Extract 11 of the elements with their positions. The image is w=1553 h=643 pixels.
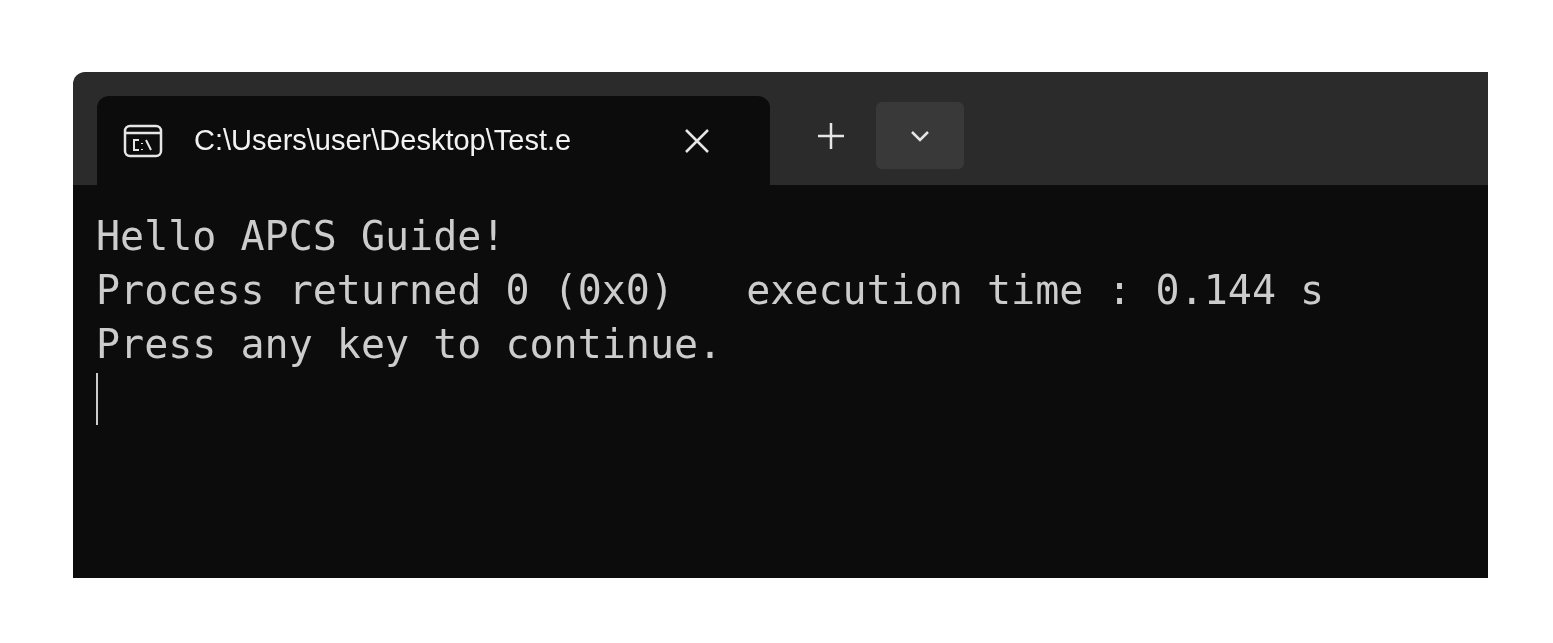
tab[interactable]: C:\Users\user\Desktop\Test.e [97,96,770,185]
plus-icon [817,121,845,150]
chevron-down-icon [910,129,930,142]
console-line: Process returned 0 (0x0) execution time : 0.144 s [96,266,1325,315]
console-icon [123,123,163,158]
console-line: Press any key to continue. [96,320,723,369]
console-line: Hello APCS Guide! [96,212,506,261]
new-tab-button[interactable] [816,120,846,151]
text-cursor [96,373,98,425]
tab-title: C:\Users\user\Desktop\Test.e [194,122,573,158]
close-icon[interactable] [684,127,710,154]
